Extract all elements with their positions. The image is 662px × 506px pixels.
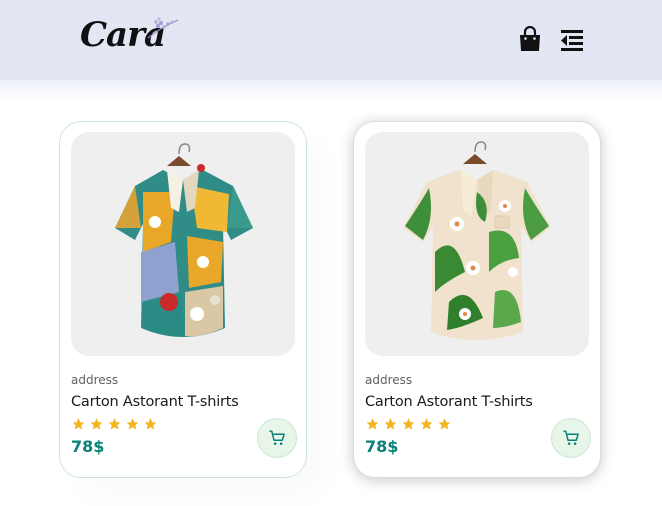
site-header: Cara xyxy=(0,0,662,80)
shopping-bag-icon[interactable] xyxy=(518,26,542,52)
shirt-image-1 xyxy=(115,143,253,337)
star-icon xyxy=(126,418,139,430)
add-to-cart-button[interactable] xyxy=(257,418,297,458)
star-icon xyxy=(384,418,397,430)
star-icon xyxy=(402,418,415,430)
product-image[interactable] xyxy=(365,132,589,356)
product-image[interactable] xyxy=(71,132,295,356)
shirt-image-2 xyxy=(403,141,551,340)
product-brand: address xyxy=(71,373,119,387)
product-title[interactable]: Carton Astorant T-shirts xyxy=(71,394,239,410)
product-card[interactable]: address Carton Astorant T-shirts 78$ xyxy=(59,121,307,478)
star-rating xyxy=(71,417,158,431)
star-rating xyxy=(365,417,452,431)
add-to-cart-button[interactable] xyxy=(551,418,591,458)
product-price: 78$ xyxy=(71,437,105,456)
star-icon xyxy=(108,418,121,430)
product-card[interactable]: address Carton Astorant T-shirts 78$ xyxy=(353,121,601,478)
cart-icon xyxy=(269,430,285,445)
menu-indent-icon[interactable] xyxy=(560,27,584,53)
lavender-sprig-icon xyxy=(147,17,179,39)
product-title[interactable]: Carton Astorant T-shirts xyxy=(365,394,533,410)
product-price: 78$ xyxy=(365,437,399,456)
star-icon xyxy=(72,418,85,430)
star-icon xyxy=(90,418,103,430)
cart-icon xyxy=(563,430,579,445)
star-icon xyxy=(420,418,433,430)
product-brand: address xyxy=(365,373,413,387)
header-shadow xyxy=(0,80,662,102)
star-icon xyxy=(144,418,157,430)
star-icon xyxy=(366,418,379,430)
logo[interactable]: Cara xyxy=(80,12,180,58)
star-icon xyxy=(438,418,451,430)
